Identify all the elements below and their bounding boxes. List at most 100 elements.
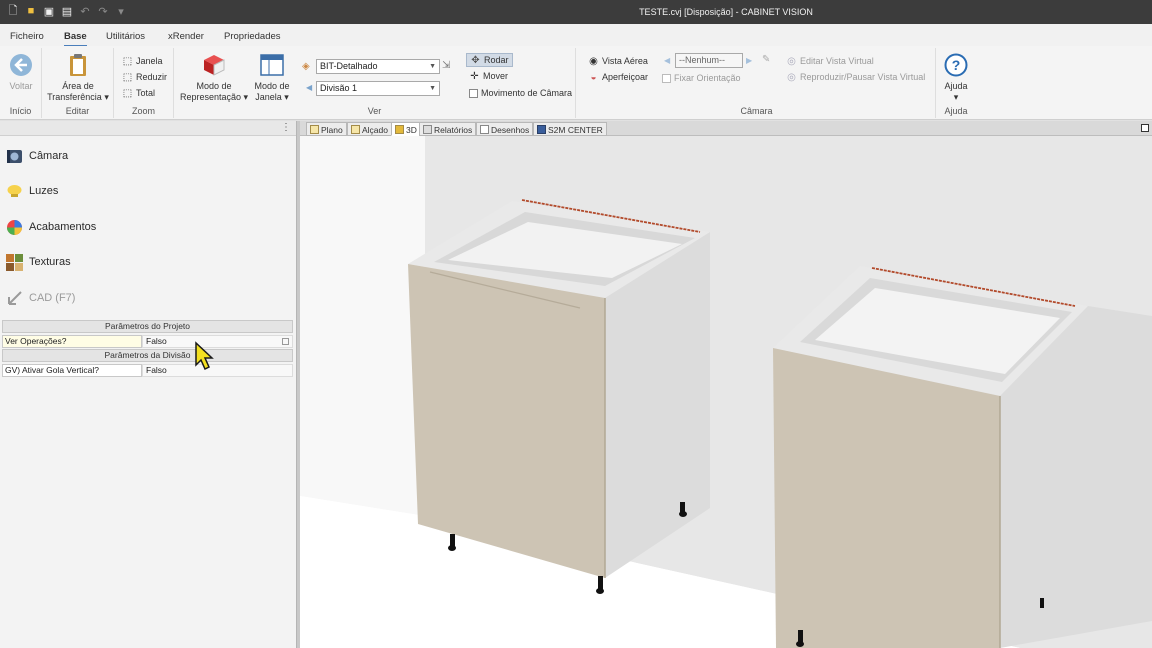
param-row-ver-operacoes[interactable]: Ver Operações? Falso xyxy=(2,335,293,348)
rodar-button[interactable]: ✥ Rodar xyxy=(466,53,513,67)
aperfeicoar-button[interactable]: ◒ Aperfeiçoar xyxy=(588,70,648,84)
prev-room-icon[interactable]: ◀ xyxy=(306,83,312,92)
clipboard-icon xyxy=(65,52,91,78)
ribbon-tabs: Ficheiro Base Utilitários xRender Propri… xyxy=(0,24,1152,47)
group-editar: Área de Transferência ▾ Editar xyxy=(42,48,114,118)
view-tabs: Plano Alçado 3D Relatórios Desenhos S2M … xyxy=(300,121,1152,136)
mover-button[interactable]: ✛ Mover xyxy=(469,69,508,83)
group-ajuda: ? Ajuda ▾ Ajuda xyxy=(936,48,976,118)
modo-janela-button[interactable]: Modo de Janela ▾ xyxy=(252,52,292,103)
param-checkbox[interactable] xyxy=(282,338,289,345)
nav-camara[interactable]: Câmara xyxy=(6,146,68,166)
tab-s2m-center[interactable]: S2M CENTER xyxy=(533,122,607,136)
cabinet-2-door[interactable] xyxy=(773,348,1000,648)
tab-desenhos[interactable]: Desenhos xyxy=(476,122,534,136)
help-icon: ? xyxy=(943,52,969,78)
zoom-reduzir-button[interactable]: ⬚ Reduzir xyxy=(122,70,167,84)
camera-icon xyxy=(7,149,22,163)
param-name: GV) Ativar Gola Vertical? xyxy=(2,364,142,377)
reproduzir-pausar-button[interactable]: ◎ Reproduzir/Pausar Vista Virtual xyxy=(786,70,925,84)
back-arrow-icon xyxy=(8,52,34,78)
tab-relatorios[interactable]: Relatórios xyxy=(419,122,477,136)
nav-luzes[interactable]: Luzes xyxy=(6,181,58,201)
play-pause-icon: ◎ xyxy=(787,71,796,83)
nav-cad[interactable]: CAD (F7) xyxy=(6,288,75,308)
nav-acabamentos[interactable]: Acabamentos xyxy=(6,217,96,237)
checkbox[interactable] xyxy=(662,73,671,83)
textures-icon xyxy=(6,253,23,271)
zoom-extents-icon: ⬚ xyxy=(122,87,133,99)
panel-options-icon[interactable]: ⋮ xyxy=(281,122,291,133)
tab-3d[interactable]: 3D xyxy=(391,122,421,136)
nav-texturas[interactable]: Texturas xyxy=(6,252,71,272)
window-layout-icon xyxy=(259,52,285,78)
room-select[interactable]: Divisão 1 ▼ xyxy=(316,81,440,96)
refine-icon: ◒ xyxy=(590,71,597,83)
window-title: TESTE.cvj [Disposição] - CABINET VISION xyxy=(639,7,813,17)
plan-icon xyxy=(310,125,319,134)
voltar-button[interactable]: Voltar xyxy=(6,52,36,92)
left-panel: ⋮ Câmara Luzes Acabamentos Texturas CAD … xyxy=(0,121,296,648)
editar-vista-virtual-button[interactable]: ◎ Editar Vista Virtual xyxy=(786,54,874,68)
group-zoom: ⬚ Janela ⬚ Reduzir ⬚ Total Zoom xyxy=(114,48,174,118)
drawing-icon xyxy=(480,125,489,134)
group-label-ajuda: Ajuda xyxy=(944,106,968,116)
side-wall xyxy=(300,136,425,516)
section-parametros-divisao[interactable]: Parâmetros da Divisão xyxy=(2,349,293,362)
param-row-gola-vertical[interactable]: GV) Ativar Gola Vertical? Falso xyxy=(2,364,293,377)
detail-level-select[interactable]: BIT-Detalhado ▼ xyxy=(316,59,440,74)
3d-viewport[interactable] xyxy=(300,136,1152,648)
edit-view-icon[interactable]: ✎ xyxy=(762,54,770,65)
render-mode-cube-icon xyxy=(201,52,227,78)
panel-header: ⋮ xyxy=(0,121,296,136)
group-label-inicio: Início xyxy=(9,106,32,116)
prev-view-icon[interactable]: ◀ xyxy=(664,56,670,65)
title-bar: 🗋 ■ ▣ ▤ ↶ ↷ ▾ TESTE.cvj [Disposição] - C… xyxy=(0,0,1152,24)
svg-text:?: ? xyxy=(952,57,961,73)
pin-icon[interactable]: ⇲ xyxy=(442,60,450,71)
cabinet-2-leg xyxy=(1040,598,1044,608)
tab-propriedades[interactable]: Propriedades xyxy=(224,31,281,42)
area-transferencia-button[interactable]: Área de Transferência ▾ xyxy=(44,52,112,103)
chevron-down-icon: ▼ xyxy=(429,85,436,92)
zoom-window-icon: ⬚ xyxy=(122,55,133,67)
cabinet-2[interactable] xyxy=(773,266,1152,648)
cube-3d-icon xyxy=(395,125,404,134)
param-value[interactable]: Falso xyxy=(142,335,293,348)
virtual-view-icon: ◎ xyxy=(787,55,796,67)
tab-plano[interactable]: Plano xyxy=(306,122,347,136)
movimento-camara-checkbox[interactable]: Movimento de Câmara xyxy=(469,86,572,100)
ajuda-button[interactable]: ? Ajuda ▾ xyxy=(938,52,974,103)
tab-alcado[interactable]: Alçado xyxy=(347,122,392,136)
s2m-icon xyxy=(537,125,546,134)
vista-aerea-button[interactable]: ◉ Vista Aérea xyxy=(588,54,648,68)
group-label-camara: Câmara xyxy=(740,106,773,116)
tab-ficheiro[interactable]: Ficheiro xyxy=(10,31,44,42)
section-parametros-projeto[interactable]: Parâmetros do Projeto xyxy=(2,320,293,333)
cad-arrow-icon xyxy=(8,290,22,305)
modo-representacao-button[interactable]: Modo de Representação ▾ xyxy=(176,52,252,103)
tab-utilitarios[interactable]: Utilitários xyxy=(106,31,145,42)
tab-base[interactable]: Base xyxy=(64,31,87,47)
zoom-total-button[interactable]: ⬚ Total xyxy=(122,86,155,100)
virtual-view-select[interactable]: --Nenhum-- xyxy=(675,53,743,68)
cabinet-1[interactable] xyxy=(408,199,710,594)
layer-icon: ◈ xyxy=(302,61,310,72)
zoom-janela-button[interactable]: ⬚ Janela xyxy=(122,54,163,68)
color-wheel-icon xyxy=(7,219,22,235)
rotate-icon: ✥ xyxy=(471,54,480,66)
group-label-editar: Editar xyxy=(65,106,90,116)
group-ver: Modo de Representação ▾ Modo de Janela ▾… xyxy=(174,48,576,118)
elevation-icon xyxy=(351,125,360,134)
scene-3d[interactable] xyxy=(300,136,1152,648)
tab-xrender[interactable]: xRender xyxy=(168,31,204,42)
lightbulb-icon xyxy=(7,184,22,197)
group-camara: ◉ Vista Aérea ◒ Aperfeiçoar ◀ --Nenhum-- ▶… xyxy=(578,48,936,118)
eye-icon: ◉ xyxy=(589,55,598,67)
checkbox[interactable] xyxy=(469,88,478,98)
fixar-orientacao-checkbox[interactable]: Fixar Orientação xyxy=(662,71,741,85)
param-value[interactable]: Falso xyxy=(142,364,293,377)
maximize-icon[interactable] xyxy=(1141,124,1149,132)
next-view-icon[interactable]: ▶ xyxy=(746,56,752,65)
param-name: Ver Operações? xyxy=(2,335,142,348)
